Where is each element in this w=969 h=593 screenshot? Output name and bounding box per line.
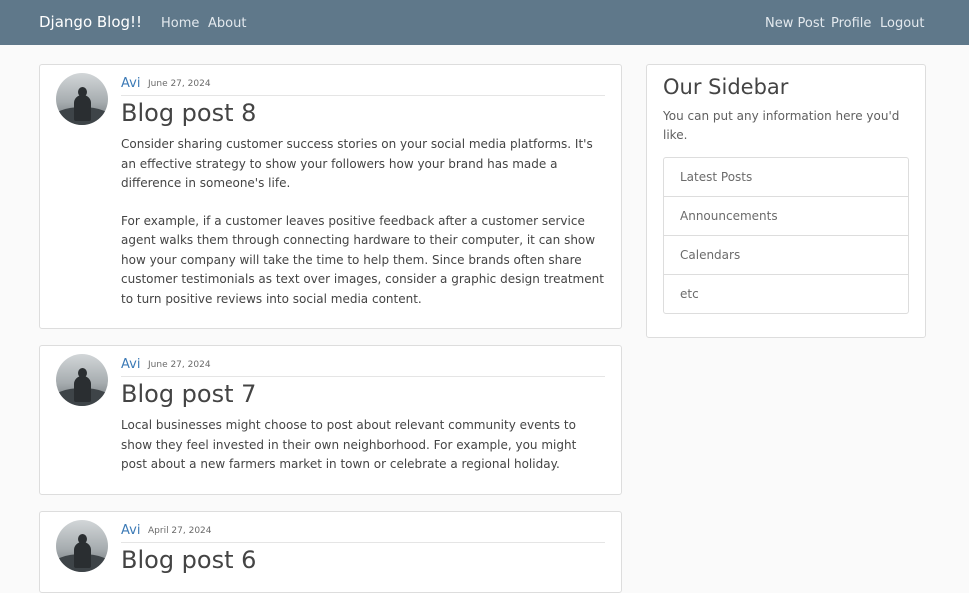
- sidebar-title: Our Sidebar: [663, 75, 789, 99]
- post-paragraph: Consider sharing customer success storie…: [121, 137, 593, 190]
- post-title-link[interactable]: Blog post 6: [121, 546, 256, 574]
- author-avatar: [56, 354, 108, 406]
- sidebar: Our Sidebar You can put any information …: [646, 64, 926, 338]
- post-card: Avi June 27, 2024 Blog post 8 Consider s…: [39, 64, 622, 329]
- sidebar-item-etc[interactable]: etc: [664, 275, 908, 313]
- sidebar-list: Latest Posts Announcements Calendars etc: [663, 157, 909, 314]
- post-card: Avi April 27, 2024 Blog post 6: [39, 511, 622, 593]
- sidebar-item-latest-posts[interactable]: Latest Posts: [664, 158, 908, 197]
- sidebar-item-announcements[interactable]: Announcements: [664, 197, 908, 236]
- post-content: Local businesses might choose to post ab…: [121, 416, 605, 475]
- post-meta: Avi June 27, 2024: [121, 75, 605, 96]
- post-date: June 27, 2024: [148, 79, 211, 89]
- author-avatar: [56, 73, 108, 125]
- author-link[interactable]: Avi: [121, 76, 140, 91]
- post-title-link[interactable]: Blog post 7: [121, 380, 256, 408]
- post-paragraph: For example, if a customer leaves positi…: [121, 213, 604, 306]
- top-navbar: Django Blog!! Home About New Post Profil…: [0, 0, 969, 45]
- sidebar-item-calendars[interactable]: Calendars: [664, 236, 908, 275]
- nav-logout-link[interactable]: Logout: [880, 16, 925, 31]
- post-date: June 27, 2024: [148, 360, 211, 370]
- post-content: Consider sharing customer success storie…: [121, 135, 605, 309]
- post-meta: Avi June 27, 2024: [121, 356, 605, 377]
- author-link[interactable]: Avi: [121, 523, 140, 538]
- post-card: Avi June 27, 2024 Blog post 7 Local busi…: [39, 345, 622, 495]
- nav-new-post-link[interactable]: New Post: [765, 16, 825, 31]
- nav-home-link[interactable]: Home: [161, 16, 199, 31]
- nav-profile-link[interactable]: Profile: [831, 16, 871, 31]
- post-title-link[interactable]: Blog post 8: [121, 99, 256, 127]
- author-link[interactable]: Avi: [121, 357, 140, 372]
- post-date: April 27, 2024: [148, 526, 212, 536]
- post-paragraph: Local businesses might choose to post ab…: [121, 418, 577, 471]
- sidebar-text: You can put any information here you'd l…: [663, 109, 900, 142]
- post-meta: Avi April 27, 2024: [121, 522, 605, 543]
- author-avatar: [56, 520, 108, 572]
- nav-about-link[interactable]: About: [208, 16, 246, 31]
- brand-link[interactable]: Django Blog!!: [39, 13, 142, 31]
